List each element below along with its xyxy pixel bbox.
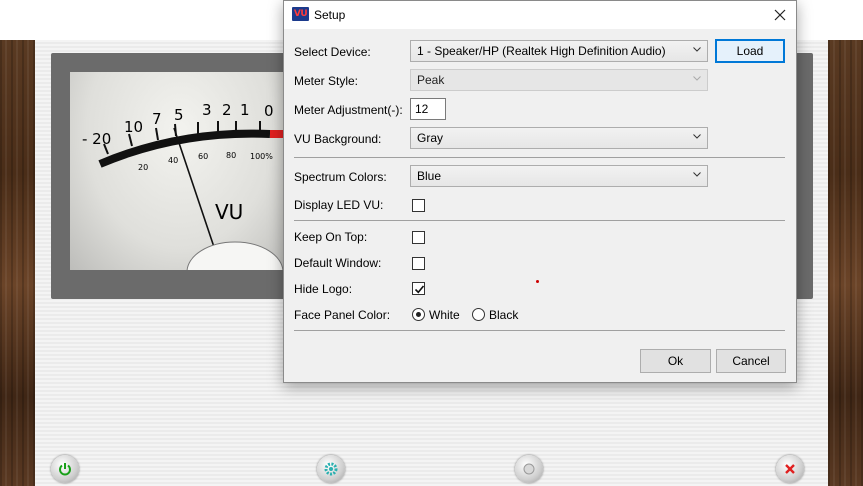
chevron-down-icon [693, 47, 701, 52]
face-panel-white-label: White [429, 308, 460, 322]
setup-dialog: VU Setup Select Device: 1 - Speaker/HP (… [283, 0, 797, 383]
cancel-button[interactable]: Cancel [716, 349, 786, 373]
spectrum-colors-label: Spectrum Colors: [294, 170, 387, 184]
separator [294, 220, 785, 221]
vu-background-dropdown[interactable]: Gray [410, 127, 708, 149]
spectrum-colors-value: Blue [417, 169, 442, 183]
scale-label-small: 60 [198, 152, 208, 161]
vu-background-value: Gray [417, 131, 444, 145]
dialog-title: Setup [314, 8, 346, 22]
face-panel-color-label: Face Panel Color: [294, 308, 391, 322]
scale-label: 3 [202, 101, 212, 119]
meter-needle [173, 127, 216, 251]
hide-logo-label: Hide Logo: [294, 282, 353, 296]
ok-button[interactable]: Ok [640, 349, 711, 373]
chevron-down-icon [693, 172, 701, 177]
scale-label: 1 [240, 101, 250, 119]
hide-logo-checkbox[interactable] [412, 282, 425, 295]
power-button[interactable] [51, 455, 79, 483]
keep-on-top-label: Keep On Top: [294, 230, 368, 244]
info-button[interactable] [515, 455, 543, 483]
cursor-dot [536, 280, 539, 283]
spectrum-colors-dropdown[interactable]: Blue [410, 165, 708, 187]
display-led-vu-label: Display LED VU: [294, 198, 384, 212]
face-panel-white-radio[interactable] [412, 308, 425, 321]
checkmark-icon [414, 285, 425, 294]
settings-button[interactable] [317, 455, 345, 483]
meter-adjustment-label: Meter Adjustment(-): [294, 103, 403, 117]
scale-label-small: 20 [138, 163, 148, 172]
scale-label: 7 [152, 110, 162, 128]
vu-meter-face: - 20 10 7 5 3 2 1 0 20 40 60 80 100% VU [70, 72, 290, 270]
dialog-titlebar: VU Setup [284, 1, 796, 29]
scale-label: 0 [264, 102, 274, 120]
exit-button[interactable] [776, 455, 804, 483]
scale-label: 10 [124, 118, 143, 136]
meter-pivot [186, 241, 284, 270]
separator [294, 157, 785, 158]
dialog-close-button[interactable] [766, 3, 794, 27]
meter-style-dropdown[interactable]: Peak [410, 69, 708, 91]
wood-panel-right [828, 40, 863, 486]
close-icon [774, 9, 786, 21]
face-panel-black-radio[interactable] [472, 308, 485, 321]
meter-adjustment-value: 12 [415, 102, 429, 116]
default-window-label: Default Window: [294, 256, 382, 270]
power-icon [59, 463, 71, 476]
scale-label: - 20 [82, 130, 111, 148]
wood-panel-left [0, 40, 35, 486]
keep-on-top-checkbox[interactable] [412, 231, 425, 244]
select-device-value: 1 - Speaker/HP (Realtek High Definition … [417, 44, 666, 58]
scale-label-small: 40 [168, 156, 178, 165]
display-led-vu-checkbox[interactable] [412, 199, 425, 212]
scale-label: 2 [222, 101, 232, 119]
meter-adjustment-input[interactable]: 12 [410, 98, 446, 120]
chevron-down-icon [693, 76, 701, 81]
vu-label: VU [215, 200, 243, 224]
close-icon [785, 464, 795, 474]
load-button[interactable]: Load [715, 39, 785, 63]
meter-style-value: Peak [417, 73, 445, 87]
scale-label: 5 [174, 106, 184, 124]
chevron-down-icon [693, 134, 701, 139]
info-icon [523, 463, 535, 475]
separator [294, 330, 785, 331]
vu-background-label: VU Background: [294, 132, 382, 146]
app-logo-icon: VU [292, 7, 309, 21]
scale-label-small: 100% [250, 152, 273, 161]
select-device-dropdown[interactable]: 1 - Speaker/HP (Realtek High Definition … [410, 40, 708, 62]
settings-icon [324, 462, 338, 476]
face-panel-black-label: Black [489, 308, 519, 322]
scale-label-small: 80 [226, 151, 236, 160]
meter-style-label: Meter Style: [294, 74, 359, 88]
default-window-checkbox[interactable] [412, 257, 425, 270]
select-device-label: Select Device: [294, 45, 371, 59]
